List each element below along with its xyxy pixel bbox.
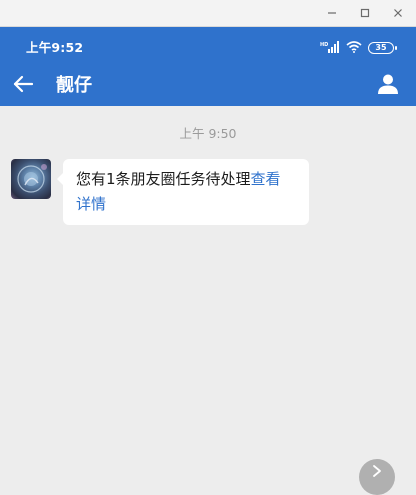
battery-icon: 35 <box>368 41 397 54</box>
page-title: 靓仔 <box>56 75 92 96</box>
close-icon[interactable] <box>387 3 409 23</box>
maximize-icon[interactable] <box>354 3 376 23</box>
wifi-icon <box>346 38 362 57</box>
message-timestamp: 上午 9:50 <box>179 126 237 141</box>
nav-bar: 靓仔 <box>0 65 416 106</box>
chat-area[interactable]: 上午 9:50 您有1条朋友圈任务待处理查看详情 <box>0 106 416 476</box>
status-icons: HD 35 <box>320 38 397 57</box>
message-bubble[interactable]: 您有1条朋友圈任务待处理查看详情 <box>57 159 309 225</box>
network-label: HD <box>320 42 328 48</box>
signal-icon: HD <box>320 38 340 57</box>
window-title-bar <box>0 0 416 27</box>
user-profile-icon[interactable] <box>374 69 402 99</box>
minimize-icon[interactable] <box>321 3 343 23</box>
avatar[interactable] <box>11 159 51 199</box>
status-bar: 上午9:52 HD 35 <box>0 27 416 65</box>
status-time: 上午9:52 <box>26 40 84 55</box>
message-text: 您有1条朋友圈任务待处理 <box>76 170 251 188</box>
back-arrow-icon[interactable] <box>8 69 38 99</box>
scroll-down-button[interactable] <box>359 459 395 495</box>
app-header: 上午9:52 HD 35 靓仔 <box>0 27 416 106</box>
